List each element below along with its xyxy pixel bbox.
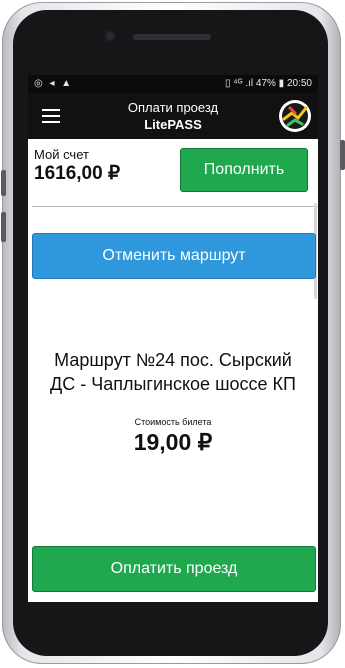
route-name-line1: Маршрут №24 пос. Сырский xyxy=(54,350,292,370)
app-bar: Оплати проезд LitePASS xyxy=(28,93,318,139)
app-screen: ◎ ◂ ▲ ▯ ⁴ᴳ .ıl 47% ▮ 20:50 Оплати проезд… xyxy=(28,75,318,602)
power-button xyxy=(340,140,345,170)
litepass-logo-icon xyxy=(279,100,311,132)
earpiece-speaker xyxy=(133,34,211,40)
status-bar: ◎ ◂ ▲ ▯ ⁴ᴳ .ıl 47% ▮ 20:50 xyxy=(28,75,318,93)
account-balance: 1616,00 ₽ xyxy=(34,163,121,184)
ticket-price: 19,00 ₽ xyxy=(133,429,213,455)
pay-fare-button[interactable]: Оплатить проезд xyxy=(32,546,316,592)
volume-down-button xyxy=(1,212,6,242)
front-camera xyxy=(104,30,116,42)
account-label: Мой счет xyxy=(34,147,89,162)
route-name-line2: ДС - Чаплыгинское шоссе КП xyxy=(50,374,296,394)
topup-button[interactable]: Пополнить xyxy=(180,148,308,192)
app-subtitle: LitePASS xyxy=(144,117,202,132)
status-notification-icons: ◎ ◂ ▲ xyxy=(34,78,74,89)
divider xyxy=(32,206,318,207)
volume-up-button xyxy=(1,170,6,196)
app-title: Оплати проезд xyxy=(127,100,219,115)
status-system-info: ▯ ⁴ᴳ .ıl 47% ▮ 20:50 xyxy=(225,78,312,89)
cancel-route-button[interactable]: Отменить маршрут xyxy=(32,233,316,279)
ticket-price-label: Стоимость билета xyxy=(134,417,212,427)
